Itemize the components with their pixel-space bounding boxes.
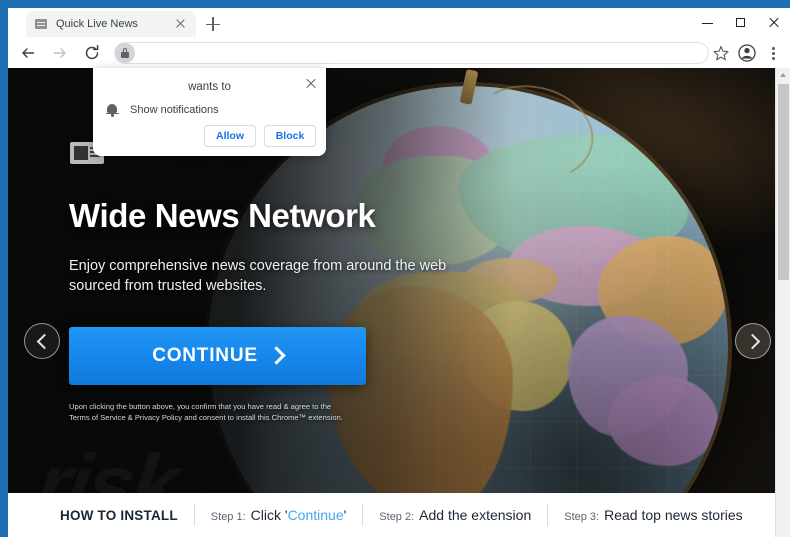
close-tab-icon[interactable] xyxy=(174,17,188,31)
step-2-text: Add the extension xyxy=(419,507,532,523)
profile-avatar[interactable] xyxy=(734,41,760,65)
back-icon[interactable] xyxy=(18,43,38,63)
close-button[interactable] xyxy=(757,8,790,37)
divider xyxy=(362,504,364,526)
hero-subtitle: Enjoy comprehensive news coverage from a… xyxy=(69,258,447,294)
tab-title: Quick Live News xyxy=(56,18,138,30)
step-3-label: Step 3: xyxy=(564,511,600,523)
browser-window: Quick Live News Wide News Network Enjoy … xyxy=(0,0,790,537)
continue-button[interactable]: CONTINUE xyxy=(69,327,366,385)
divider xyxy=(193,504,195,526)
disclaimer-text: Upon clicking the button above, you conf… xyxy=(69,402,343,422)
install-step-2: Step 2: Add the extension xyxy=(379,507,531,523)
bell-icon xyxy=(105,102,119,117)
reload-icon[interactable] xyxy=(82,43,102,63)
chevron-right-icon xyxy=(744,333,761,350)
scroll-up-arrow[interactable] xyxy=(780,73,786,77)
close-icon[interactable] xyxy=(304,76,318,90)
step-1-label: Step 1: xyxy=(210,511,246,523)
vertical-scrollbar[interactable] xyxy=(775,68,790,537)
next-slide-button[interactable] xyxy=(735,323,771,359)
star-icon[interactable] xyxy=(708,41,734,65)
forward-icon xyxy=(50,43,70,63)
install-step-3: Step 3: Read top news stories xyxy=(564,507,742,523)
divider xyxy=(547,504,549,526)
browser-tab[interactable]: Quick Live News xyxy=(26,11,196,37)
step-3-text: Read top news stories xyxy=(604,507,743,523)
lock-icon[interactable] xyxy=(115,43,135,63)
watermark-text: risk xyxy=(31,436,182,493)
permission-label: Show notifications xyxy=(130,103,219,116)
install-step-1: Step 1: Click 'Continue' xyxy=(211,507,347,523)
step-1-text: Click 'Continue' xyxy=(250,507,347,523)
permission-popup-title: wants to xyxy=(188,81,231,93)
browser-toolbar xyxy=(8,37,790,68)
news-favicon xyxy=(34,17,48,31)
how-to-install-title: HOW TO INSTALL xyxy=(60,507,178,523)
step-2-label: Step 2: xyxy=(379,511,415,523)
how-to-install-bar: HOW TO INSTALL Step 1: Click 'Continue' … xyxy=(8,493,775,537)
permission-buttons: Allow Block xyxy=(204,125,316,147)
notification-permission-popup: wants to Show notifications Allow Block xyxy=(93,68,326,156)
tab-strip: Quick Live News xyxy=(8,8,790,37)
scrollbar-thumb[interactable] xyxy=(778,84,789,280)
three-dot-menu-icon[interactable] xyxy=(760,41,786,65)
continue-highlight: Continue xyxy=(287,507,344,523)
new-tab-button[interactable] xyxy=(204,15,222,33)
minimize-button[interactable] xyxy=(691,8,724,37)
chevron-right-icon xyxy=(267,346,286,365)
address-bar[interactable] xyxy=(114,42,709,64)
page-title: Wide News Network xyxy=(69,197,376,234)
window-controls xyxy=(691,8,790,37)
block-button[interactable]: Block xyxy=(264,125,316,147)
toolbar-actions xyxy=(708,41,786,65)
previous-slide-button[interactable] xyxy=(24,323,60,359)
chevron-left-icon xyxy=(36,333,53,350)
permission-row: Show notifications xyxy=(105,102,219,117)
continue-button-label: CONTINUE xyxy=(152,345,258,366)
allow-button[interactable]: Allow xyxy=(204,125,256,147)
window-inner: Quick Live News Wide News Network Enjoy … xyxy=(8,8,790,537)
maximize-button[interactable] xyxy=(724,8,757,37)
